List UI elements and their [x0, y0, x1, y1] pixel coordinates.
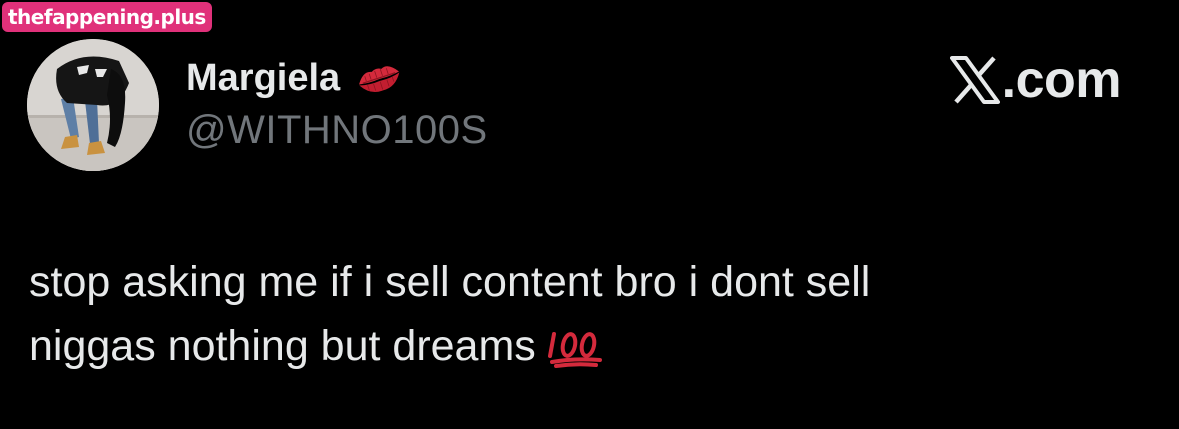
avatar[interactable]: [27, 39, 159, 171]
hundred-points-icon: [546, 328, 606, 368]
tweet-line: stop asking me if i sell content bro i d…: [29, 250, 1129, 314]
tweet-line-text: niggas nothing but dreams: [29, 322, 536, 370]
author-display-name-row[interactable]: Margiela: [186, 56, 404, 100]
avatar-photo: [27, 39, 159, 171]
author-handle[interactable]: @WITHNO100S: [186, 108, 488, 153]
kiss-mark-icon: [354, 58, 404, 98]
watermark-label: thefappening.plus: [2, 2, 212, 32]
brand-text: .com: [1001, 51, 1122, 109]
tweet-line: niggas nothing but dreams: [29, 314, 1129, 378]
tweet-text: stop asking me if i sell content bro i d…: [29, 250, 1129, 378]
brand-logo: .com: [949, 50, 1122, 110]
tweet-line-text: stop asking me if i sell content bro i d…: [29, 258, 871, 306]
x-logo-icon: [949, 56, 1000, 104]
author-display-name[interactable]: Margiela: [186, 57, 340, 100]
